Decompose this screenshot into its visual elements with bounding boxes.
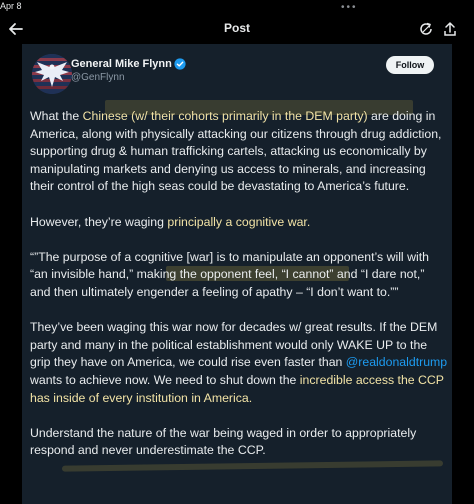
post-header: Post	[0, 14, 474, 44]
page-title: Post	[223, 21, 250, 35]
post-paragraph: “”The purpose of a cognitive [war] is to…	[30, 249, 429, 299]
highlighted-text: principally a cognitive war.	[167, 214, 311, 229]
refresh-icon[interactable]	[418, 21, 434, 37]
text-span: wants to achieve now. We need to shut do…	[30, 372, 300, 387]
post-paragraph: They’ve been waging this war now for dec…	[30, 319, 448, 407]
verified-badge-icon	[174, 58, 186, 70]
mention-link[interactable]: @realdonaldtrump	[346, 355, 447, 369]
status-bar: Apr 8 •••	[0, 0, 474, 14]
post-paragraph: What the Chinese (w/ their cohorts prima…	[30, 108, 448, 196]
post-text: What the Chinese (w/ their cohorts prima…	[30, 108, 448, 477]
status-time: Apr 8	[0, 1, 22, 11]
highlighted-text: Chinese (w/ their cohorts primarily in t…	[82, 109, 372, 123]
author-handle[interactable]: @GenFlynn	[71, 72, 125, 83]
author-name[interactable]: General Mike Flynn	[71, 58, 172, 70]
post-paragraph: However, they’re waging principally a co…	[30, 214, 448, 232]
share-icon[interactable]	[442, 21, 458, 37]
more-dots-icon: •••	[341, 2, 358, 13]
text-span: What the	[30, 109, 83, 123]
post-card: General Mike Flynn @GenFlynn Follow What…	[22, 44, 452, 504]
avatar[interactable]	[32, 54, 72, 94]
post-paragraph: Understand the nature of the war being w…	[30, 425, 417, 458]
eagle-flag-avatar-image	[32, 54, 72, 94]
text-span: However, they’re waging	[30, 214, 168, 229]
follow-button[interactable]: Follow	[386, 56, 434, 74]
